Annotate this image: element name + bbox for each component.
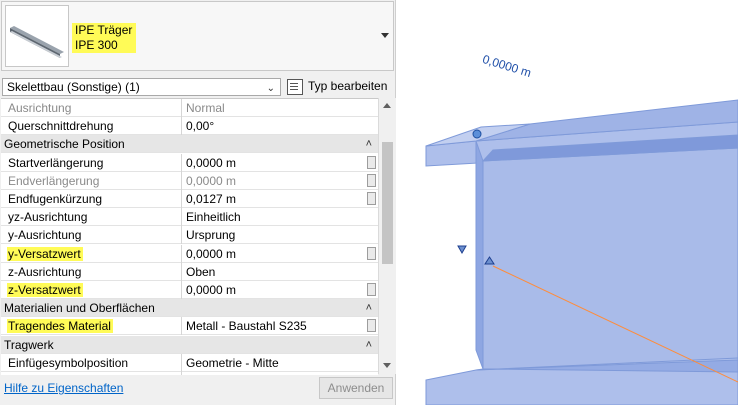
beam-preview-icon — [5, 5, 69, 67]
property-value[interactable]: 0,0000 m — [183, 281, 366, 299]
property-value[interactable]: 0,0000 m — [183, 245, 366, 263]
property-name: Endfugenkürzung — [1, 190, 182, 208]
property-row[interactable]: Startverlängerung 0,0000 m — [1, 154, 378, 172]
property-value[interactable]: Normal — [183, 99, 366, 117]
property-row[interactable]: z-Ausrichtung Oben — [1, 263, 378, 281]
property-name-text: Startverlängerung — [8, 156, 104, 170]
property-value[interactable]: Keine — [183, 372, 366, 375]
property-row[interactable]: y-Ausrichtung Ursprung — [1, 226, 378, 244]
property-group-label: Materialien und Oberflächen — [4, 301, 155, 315]
property-name: y-Ausrichtung — [1, 226, 182, 244]
property-name: Einfügesymbolposition — [1, 354, 182, 372]
property-name: Querschnittdrehung — [1, 117, 182, 135]
property-name-text: Endfugenkürzung — [8, 192, 103, 206]
chevron-down-icon: ⌄ — [266, 83, 275, 94]
property-name-text: y-Versatzwert — [7, 247, 83, 261]
property-name: Startverbindung — [1, 372, 182, 375]
properties-scrollbar[interactable] — [378, 98, 396, 374]
associate-parameter-button[interactable] — [367, 192, 376, 205]
property-name: Ausrichtung — [1, 99, 182, 117]
property-value[interactable]: Metall - Baustahl S235 — [183, 317, 366, 335]
type-name: IPE Träger IPE 300 — [72, 23, 137, 53]
scroll-down-icon[interactable] — [383, 363, 391, 368]
property-value[interactable]: 0,0000 m — [183, 154, 366, 172]
property-name-text: z-Ausrichtung — [8, 265, 82, 279]
associate-parameter-button[interactable] — [367, 156, 376, 169]
property-name: Startverlängerung — [1, 154, 182, 172]
property-group-header[interactable]: Geometrische Position ˄ — [1, 135, 378, 153]
property-name-text: Querschnittdrehung — [8, 119, 114, 133]
property-row[interactable]: Endfugenkürzung 0,0127 m — [1, 190, 378, 208]
property-value[interactable]: Einheitlich — [183, 208, 366, 226]
property-name-text: Startverbindung — [8, 374, 93, 375]
type-selector[interactable]: IPE Träger IPE 300 — [1, 1, 394, 71]
category-filter-select[interactable]: Skelettbau (Sonstige) (1) ⌄ — [2, 78, 281, 96]
property-group-label: Tragwerk — [4, 338, 54, 352]
help-link[interactable]: Hilfe zu Eigenschaften — [4, 381, 123, 395]
property-name: Tragendes Material — [1, 317, 182, 335]
property-value[interactable]: Ursprung — [183, 226, 366, 244]
property-value[interactable]: 0,0127 m — [183, 190, 366, 208]
property-name-text: Einfügesymbolposition — [8, 356, 129, 370]
collapse-icon[interactable]: ˄ — [366, 135, 372, 153]
property-name-text: Endverlängerung — [8, 174, 100, 188]
properties-palette: IPE Träger IPE 300 Skelettbau (Sonstige)… — [0, 0, 396, 405]
scroll-thumb[interactable] — [382, 142, 393, 264]
property-row[interactable]: Einfügesymbolposition Geometrie - Mitte — [1, 354, 378, 372]
property-row[interactable]: Ausrichtung Normal — [1, 99, 378, 117]
property-name-text: z-Versatzwert — [7, 283, 83, 297]
edit-type-icon — [287, 78, 303, 95]
property-name: z-Versatzwert — [1, 281, 182, 299]
property-row[interactable]: z-Versatzwert 0,0000 m — [1, 281, 378, 299]
associate-parameter-button[interactable] — [367, 174, 376, 187]
property-group-label: Geometrische Position — [4, 137, 125, 151]
edit-type-button[interactable]: Typ bearbeiten — [287, 76, 387, 96]
apply-button[interactable]: Anwenden — [319, 377, 393, 399]
property-row[interactable]: Startverbindung Keine — [1, 372, 378, 375]
family-name: IPE Träger — [72, 23, 137, 38]
associate-parameter-button[interactable] — [367, 247, 376, 260]
collapse-icon[interactable]: ˄ — [366, 299, 372, 317]
property-value[interactable]: Geometrie - Mitte — [183, 354, 366, 372]
property-name: Endverlängerung — [1, 172, 182, 190]
collapse-icon[interactable]: ˄ — [366, 336, 372, 354]
property-name-text: Tragendes Material — [7, 319, 113, 333]
property-name-text: y-Ausrichtung — [8, 228, 82, 242]
property-row[interactable]: Tragendes Material Metall - Baustahl S235 — [1, 317, 378, 335]
property-row[interactable]: y-Versatzwert 0,0000 m — [1, 245, 378, 263]
property-name: z-Ausrichtung — [1, 263, 182, 281]
property-group-header[interactable]: Materialien und Oberflächen ˄ — [1, 299, 378, 317]
3d-view[interactable]: 0,0000 m — [397, 0, 738, 405]
property-name: yz-Ausrichtung — [1, 208, 182, 226]
property-name: y-Versatzwert — [1, 245, 182, 263]
beam-model[interactable] — [397, 0, 738, 405]
property-row[interactable]: Querschnittdrehung 0,00° — [1, 117, 378, 135]
property-value[interactable]: Oben — [183, 263, 366, 281]
endpoint-handle[interactable] — [472, 129, 482, 139]
properties-grid: Ausrichtung Normal Querschnittdrehung 0,00°… — [1, 98, 378, 375]
category-filter-value: Skelettbau (Sonstige) (1) — [7, 80, 140, 94]
associate-parameter-button[interactable] — [367, 283, 376, 296]
scroll-up-icon[interactable] — [383, 103, 391, 108]
property-row[interactable]: yz-Ausrichtung Einheitlich — [1, 208, 378, 226]
property-row[interactable]: Endverlängerung 0,0000 m — [1, 172, 378, 190]
property-name-text: Ausrichtung — [8, 101, 72, 115]
property-value[interactable]: 0,0000 m — [183, 172, 366, 190]
justification-arrow-icon[interactable] — [457, 245, 467, 255]
edit-type-label: Typ bearbeiten — [308, 79, 388, 93]
property-group-header[interactable]: Tragwerk ˄ — [1, 336, 378, 354]
associate-parameter-button[interactable] — [367, 319, 376, 332]
dropdown-arrow-icon[interactable] — [381, 33, 389, 38]
property-name-text: yz-Ausrichtung — [8, 210, 88, 224]
property-value[interactable]: 0,00° — [183, 117, 366, 135]
type-name-label: IPE 300 — [72, 38, 137, 53]
